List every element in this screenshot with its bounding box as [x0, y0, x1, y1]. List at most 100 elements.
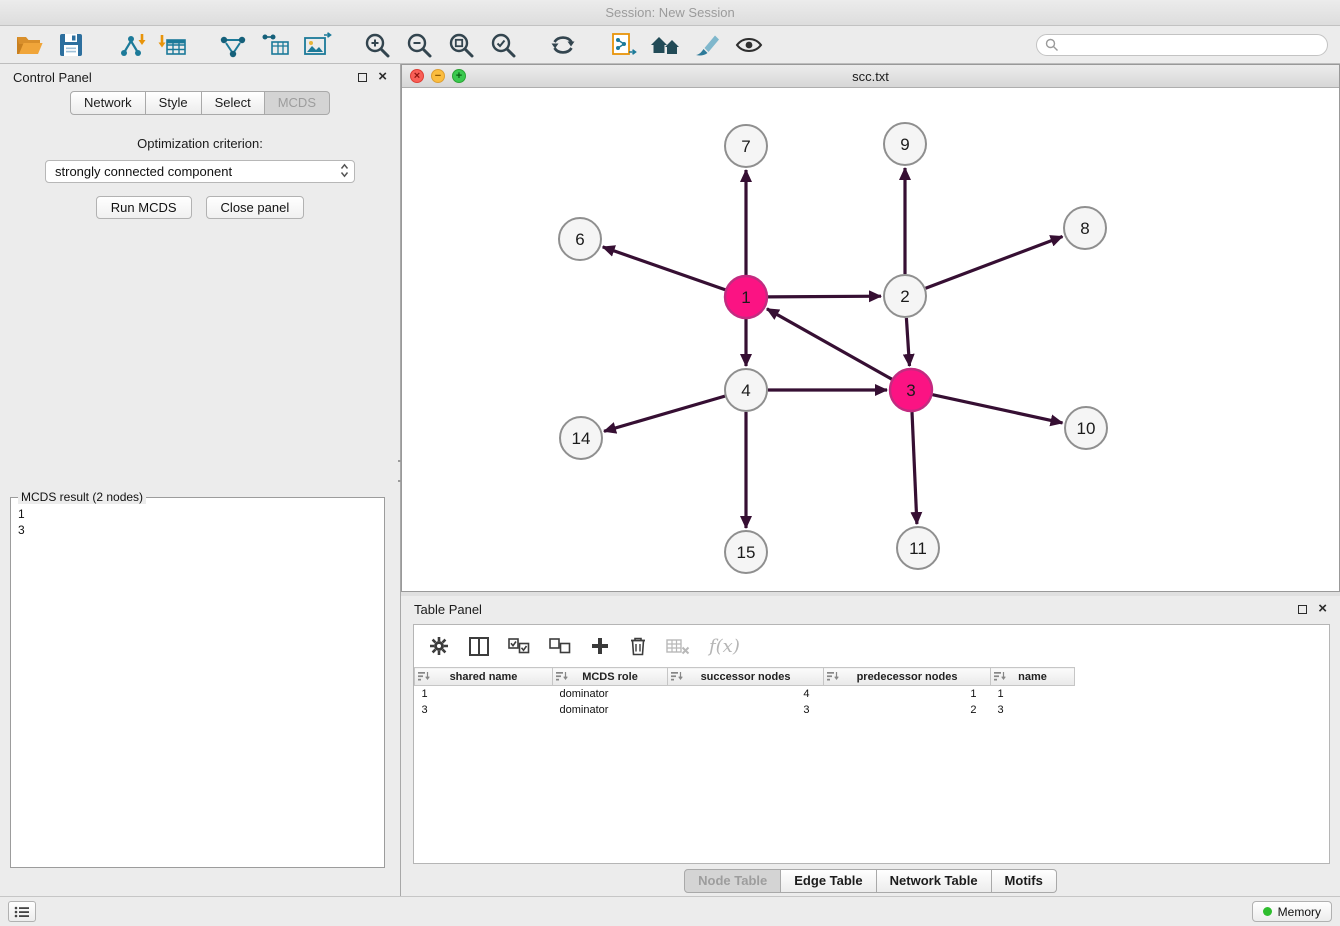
tab-mcds[interactable]: MCDS — [265, 91, 330, 115]
table-panel-header: Table Panel × — [401, 596, 1340, 622]
network-node-11[interactable]: 11 — [897, 527, 939, 569]
table-cell[interactable]: 3 — [415, 702, 553, 718]
network-window-title: scc.txt — [852, 69, 889, 84]
network-node-6[interactable]: 6 — [559, 218, 601, 260]
home-button[interactable] — [648, 29, 682, 61]
network-edge-3-11[interactable] — [912, 412, 917, 524]
svg-text:4: 4 — [741, 381, 750, 400]
network-node-9[interactable]: 9 — [884, 123, 926, 165]
tab-motifs[interactable]: Motifs — [992, 869, 1057, 893]
minimize-window-button[interactable]: − — [431, 69, 445, 83]
close-control-panel-button[interactable]: × — [378, 70, 387, 84]
zoom-in-button[interactable] — [360, 29, 394, 61]
table-row[interactable]: 3dominator323 — [415, 702, 1075, 718]
column-header-successor-nodes[interactable]: successor nodes — [668, 668, 824, 686]
zoom-fit-button[interactable] — [444, 29, 478, 61]
import-table-button[interactable] — [156, 29, 190, 61]
table-cell[interactable]: 3 — [668, 702, 824, 718]
zoom-selected-button[interactable] — [486, 29, 520, 61]
search-field[interactable] — [1036, 34, 1328, 56]
tab-style[interactable]: Style — [146, 91, 202, 115]
memory-button[interactable]: Memory — [1252, 901, 1332, 922]
table-cell[interactable]: 1 — [824, 686, 991, 702]
tab-node-table[interactable]: Node Table — [684, 869, 781, 893]
run-mcds-button[interactable]: Run MCDS — [96, 196, 192, 219]
deselect-all-button[interactable] — [549, 638, 571, 654]
show-columns-button[interactable] — [469, 637, 489, 656]
window-title: Session: New Session — [605, 5, 734, 20]
table-cell[interactable]: dominator — [553, 702, 668, 718]
network-edge-2-8[interactable] — [926, 237, 1063, 289]
network-edge-3-1[interactable] — [767, 309, 892, 379]
save-session-button[interactable] — [54, 29, 88, 61]
open-file-button[interactable] — [12, 29, 46, 61]
network-window-titlebar: × − + scc.txt — [402, 65, 1339, 88]
refresh-layout-button[interactable] — [546, 29, 580, 61]
network-node-15[interactable]: 15 — [725, 531, 767, 573]
network-from-selection-button[interactable] — [216, 29, 250, 61]
network-node-10[interactable]: 10 — [1065, 407, 1107, 449]
show-hide-button[interactable] — [732, 29, 766, 61]
network-edge-1-2[interactable] — [768, 296, 881, 297]
table-cell[interactable]: dominator — [553, 686, 668, 702]
network-node-3[interactable]: 3 — [890, 369, 932, 411]
float-table-panel-button[interactable] — [1298, 605, 1307, 614]
network-node-14[interactable]: 14 — [560, 417, 602, 459]
delete-column-button[interactable] — [629, 636, 647, 656]
show-hide-icon — [734, 32, 764, 58]
table-row[interactable]: 1dominator411 — [415, 686, 1075, 702]
tab-network[interactable]: Network — [70, 91, 146, 115]
mcds-panel: Optimization criterion: strongly connect… — [0, 116, 400, 896]
network-node-2[interactable]: 2 — [884, 275, 926, 317]
column-header-mcds-role[interactable]: MCDS role — [553, 668, 668, 686]
sort-icon — [827, 671, 839, 685]
close-window-button[interactable]: × — [410, 69, 424, 83]
table-cell[interactable]: 1 — [415, 686, 553, 702]
function-builder-button[interactable]: f(x) — [709, 636, 740, 657]
gear-icon — [428, 635, 450, 657]
network-node-4[interactable]: 4 — [725, 369, 767, 411]
tab-select[interactable]: Select — [202, 91, 265, 115]
table-cell[interactable]: 4 — [668, 686, 824, 702]
tab-network-table[interactable]: Network Table — [877, 869, 992, 893]
column-header-shared-name[interactable]: shared name — [415, 668, 553, 686]
float-panel-button[interactable] — [358, 73, 367, 82]
table-cell[interactable]: 3 — [991, 702, 1075, 718]
column-label: successor nodes — [701, 671, 791, 683]
network-table-button[interactable] — [258, 29, 292, 61]
table-cell[interactable]: 2 — [824, 702, 991, 718]
zoom-fit-icon — [447, 31, 475, 59]
network-edge-1-6[interactable] — [603, 247, 726, 290]
network-edge-2-3[interactable] — [906, 318, 909, 366]
delete-table-button[interactable] — [666, 637, 690, 655]
clone-network-button[interactable] — [606, 29, 640, 61]
column-header-name[interactable]: name — [991, 668, 1075, 686]
column-label: MCDS role — [582, 671, 638, 683]
network-node-8[interactable]: 8 — [1064, 207, 1106, 249]
network-edge-3-10[interactable] — [933, 395, 1063, 423]
network-table-icon — [260, 32, 290, 58]
style-brush-button[interactable] — [690, 29, 724, 61]
column-header-predecessor-nodes[interactable]: predecessor nodes — [824, 668, 991, 686]
close-table-panel-button[interactable]: × — [1318, 602, 1327, 616]
table-settings-button[interactable] — [428, 635, 450, 657]
maximize-window-button[interactable]: + — [452, 69, 466, 83]
zoom-out-button[interactable] — [402, 29, 436, 61]
svg-text:2: 2 — [900, 287, 909, 306]
add-column-button[interactable] — [590, 636, 610, 656]
network-node-7[interactable]: 7 — [725, 125, 767, 167]
optimization-criterion-select[interactable]: strongly connected component — [45, 160, 355, 183]
search-input[interactable] — [1064, 38, 1319, 52]
network-node-1[interactable]: 1 — [725, 276, 767, 318]
network-edge-4-14[interactable] — [604, 396, 725, 431]
network-canvas[interactable]: 7 9 6 8 1 2 4 3 14 10 15 11 — [402, 88, 1339, 591]
status-list-button[interactable] — [8, 901, 36, 922]
tab-edge-table[interactable]: Edge Table — [781, 869, 876, 893]
close-panel-button[interactable]: Close panel — [206, 196, 305, 219]
memory-button-label: Memory — [1278, 905, 1321, 919]
select-all-button[interactable] — [508, 638, 530, 654]
table-cell[interactable]: 1 — [991, 686, 1075, 702]
svg-text:6: 6 — [575, 230, 584, 249]
import-network-button[interactable] — [114, 29, 148, 61]
export-image-button[interactable] — [300, 29, 334, 61]
